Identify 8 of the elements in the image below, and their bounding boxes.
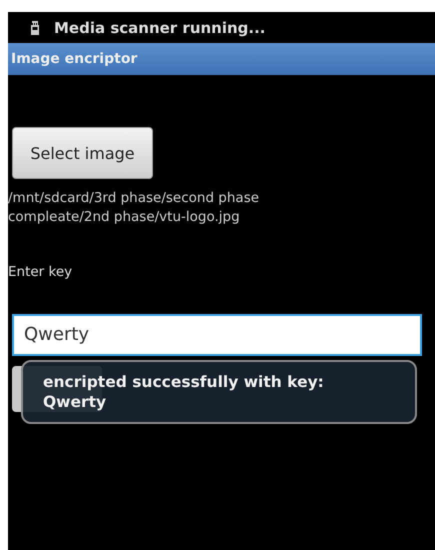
notification-text: Media scanner running... [54,18,266,36]
key-input-field[interactable]: Qwerty [12,314,422,356]
app-title: Image encriptor [11,51,138,67]
enter-key-label: Enter key [8,264,72,280]
message-toast: encripted successfully with key: Qwerty [21,360,417,424]
select-image-button[interactable]: Select image [12,127,153,179]
sd-card-icon [30,20,40,34]
file-path-text: /mnt/sdcard/3rd phase/second phase compleate/2nd phase/vtu-logo.jpg [8,189,260,227]
